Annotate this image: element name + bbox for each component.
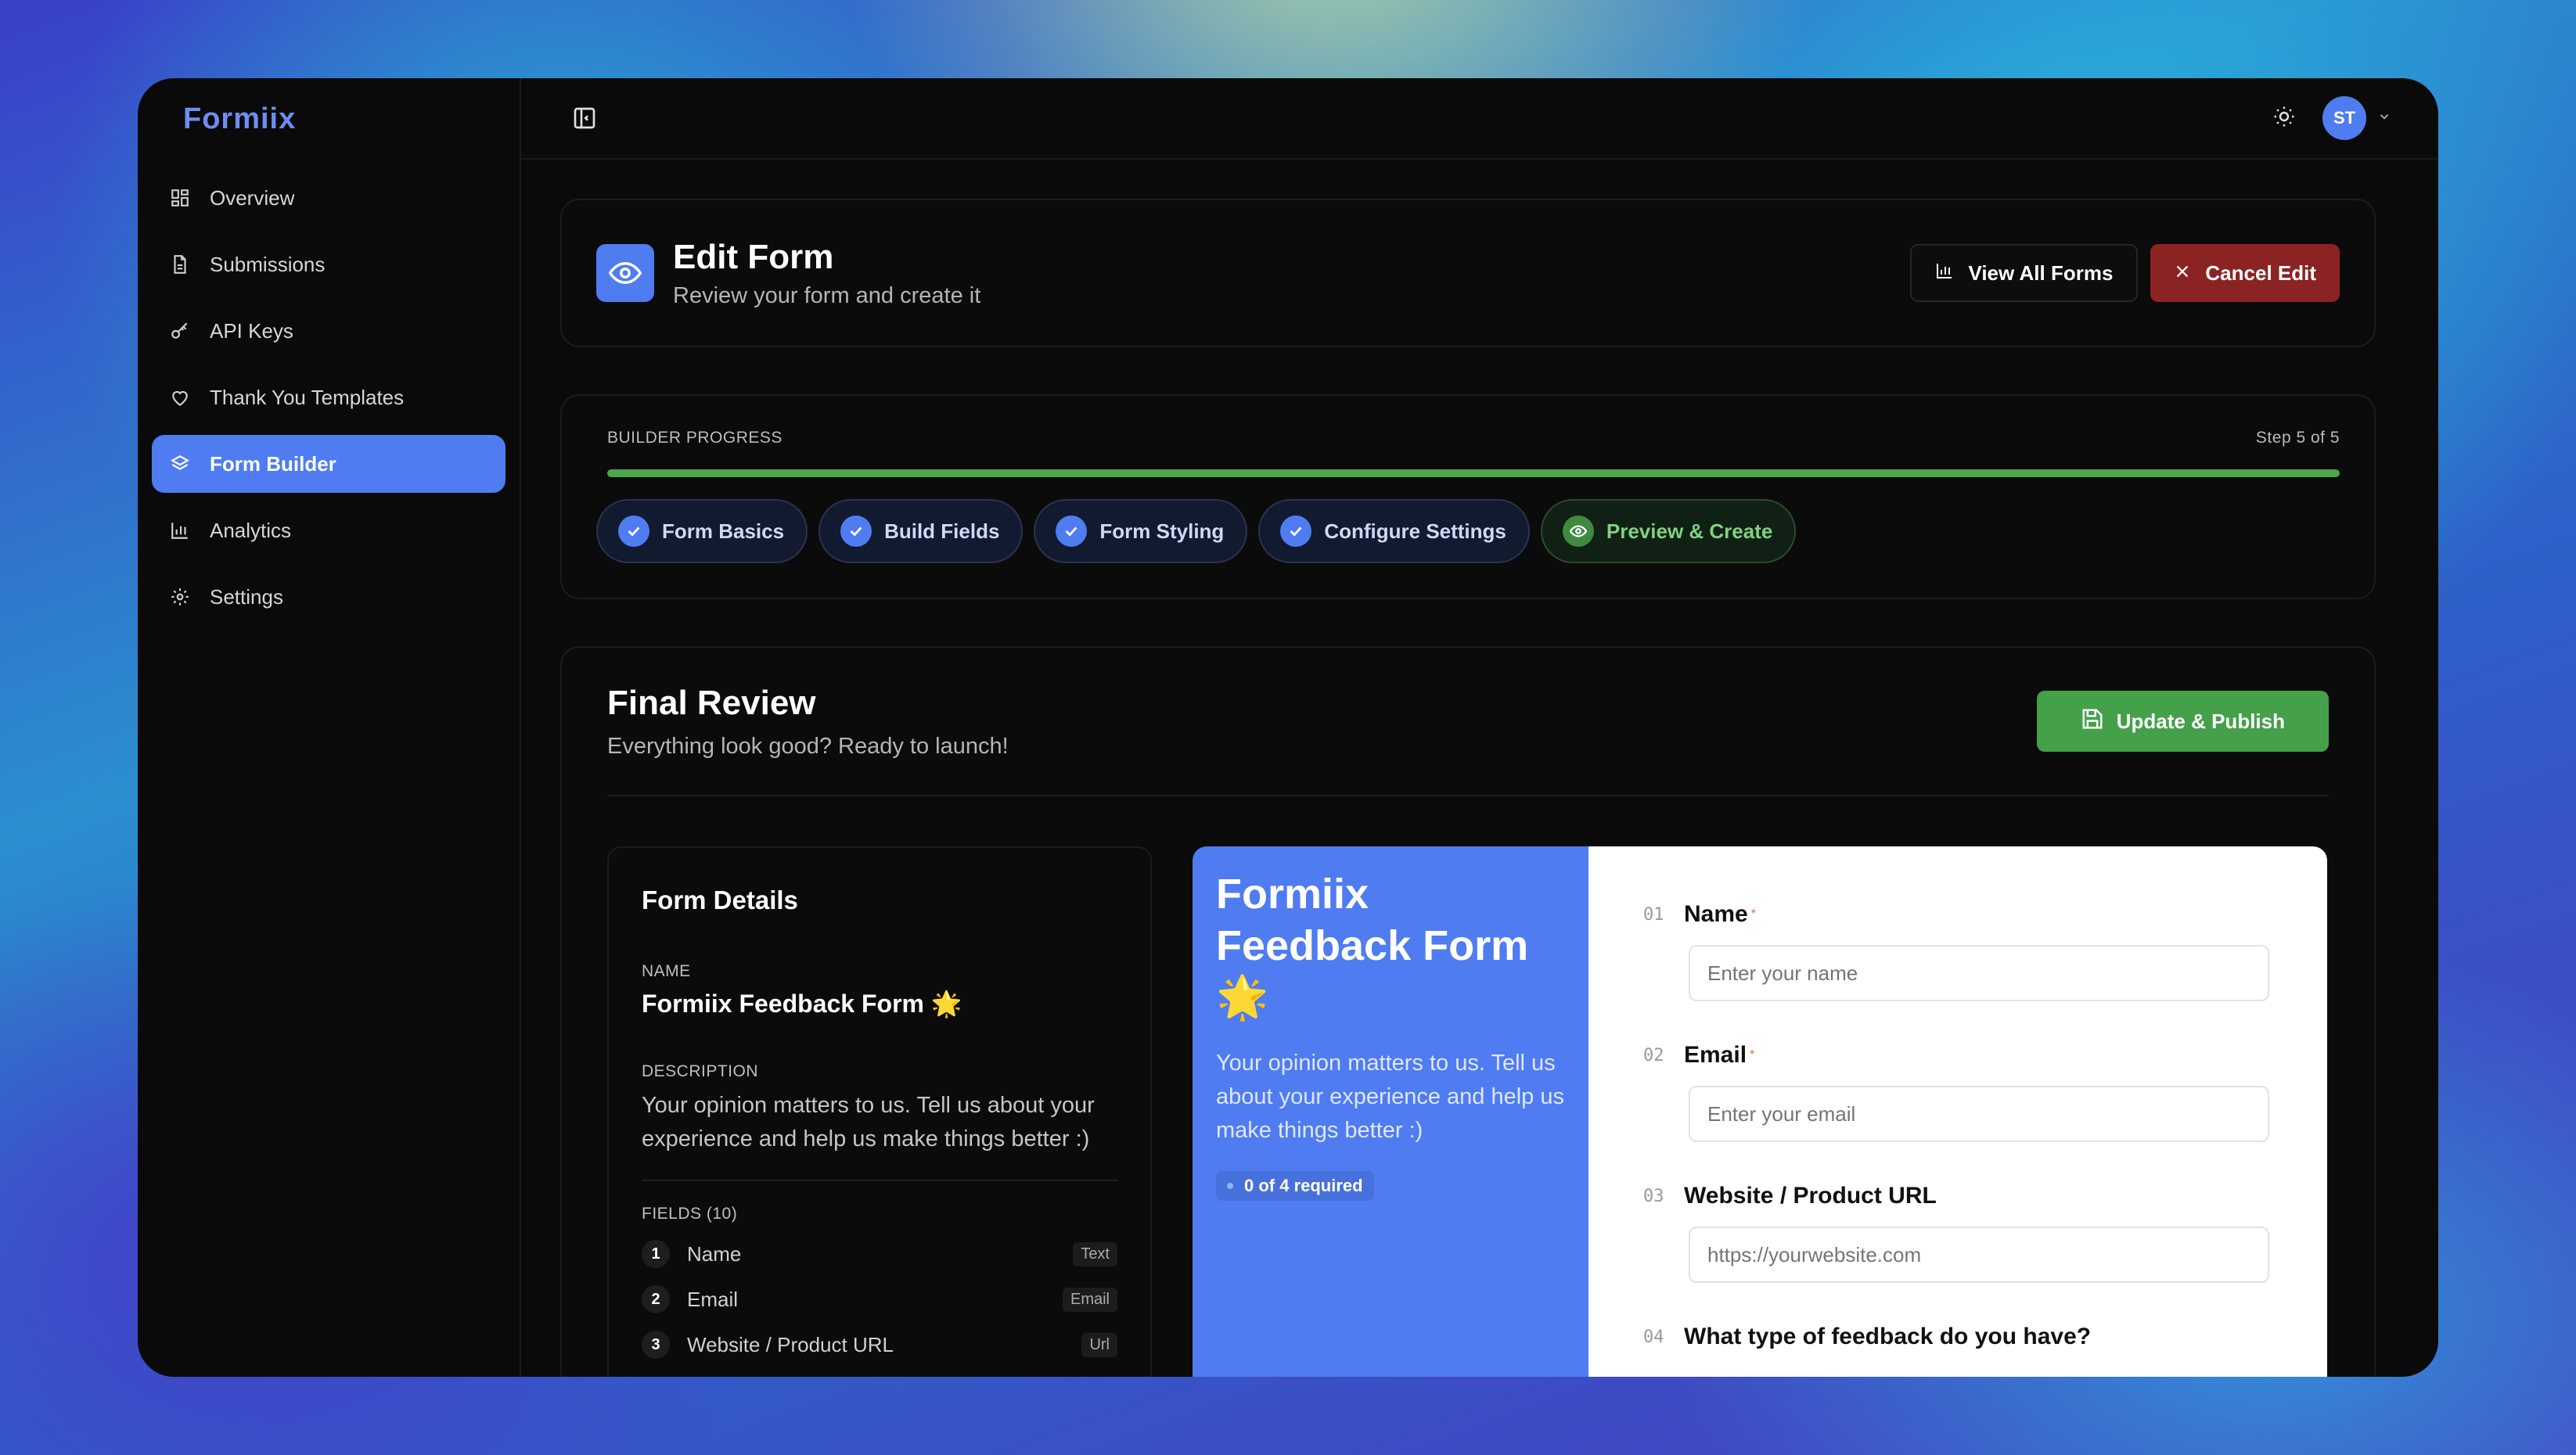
close-icon <box>2174 261 2191 286</box>
sidebar-item-overview[interactable]: Overview <box>152 169 505 227</box>
name-label: NAME <box>642 962 691 980</box>
view-all-forms-button[interactable]: View All Forms <box>1910 244 2139 302</box>
sidebar-item-analytics[interactable]: Analytics <box>152 501 505 559</box>
edit-form-header: Edit Form Review your form and create it… <box>560 199 2376 347</box>
sidebar-item-label: Analytics <box>210 518 292 542</box>
chevron-down-icon[interactable] <box>2377 110 2391 128</box>
top-bar-actions: ST <box>2272 96 2391 140</box>
required-marker: * <box>1750 907 1756 921</box>
check-icon <box>840 516 872 547</box>
form-name: Formiix Feedback Form 🌟 <box>642 990 962 1018</box>
layers-icon <box>167 451 192 476</box>
description-label: DESCRIPTION <box>642 1062 759 1080</box>
sidebar: Formiix Overview Submissions API Keys Th… <box>138 78 521 1377</box>
update-publish-button[interactable]: Update & Publish <box>2036 691 2329 752</box>
preview-questions: 01 Name* 02 Email* 03 <box>1588 846 2327 1377</box>
form-details-title: Form Details <box>642 886 798 914</box>
question-website: 03 Website / Product URL <box>1643 1183 2272 1283</box>
eye-icon <box>596 244 654 302</box>
avatar[interactable]: ST <box>2322 96 2366 140</box>
bar-chart-icon <box>1935 261 1954 286</box>
fields-label: FIELDS (10) <box>642 1205 738 1223</box>
user-menu[interactable]: ST <box>2322 96 2391 140</box>
check-icon <box>1056 516 1088 547</box>
sidebar-toggle-icon[interactable] <box>571 105 598 131</box>
sidebar-item-label: Overview <box>210 185 295 210</box>
website-url-input[interactable] <box>1689 1227 2269 1283</box>
step-list: Form Basics Build Fields Form Styling Co… <box>596 499 2340 563</box>
sun-icon[interactable] <box>2272 105 2296 132</box>
sidebar-item-form-builder[interactable]: Form Builder <box>152 435 505 493</box>
app-window: Formiix Overview Submissions API Keys Th… <box>138 78 2438 1377</box>
field-type-badge: Url <box>1081 1332 1117 1357</box>
builder-progress: BUILDER PROGRESS Step 5 of 5 Form Basics… <box>560 394 2376 599</box>
preview-title: Formiix Feedback Form 🌟 <box>1216 871 1529 1021</box>
sidebar-item-label: Settings <box>210 584 283 609</box>
eye-icon <box>1562 516 1594 547</box>
sidebar-item-label: API Keys <box>210 318 293 343</box>
required-count-badge: 0 of 4 required <box>1216 1171 1374 1201</box>
review-subtitle: Everything look good? Ready to launch! <box>607 733 1009 759</box>
page-title: Edit Form <box>673 237 834 276</box>
list-item: 1 Name Text <box>642 1231 1117 1277</box>
sidebar-item-thank-you-templates[interactable]: Thank You Templates <box>152 368 505 426</box>
question-email: 02 Email * <box>1643 1042 2272 1142</box>
cancel-edit-button[interactable]: Cancel Edit <box>2150 244 2340 302</box>
progress-step-text: Step 5 of 5 <box>2255 429 2340 447</box>
question-name: 01 Name * <box>1643 901 2272 1001</box>
preview-intro: Formiix Feedback Form 🌟 Your opinion mat… <box>1193 846 1588 1377</box>
progress-label: BUILDER PROGRESS <box>607 429 783 447</box>
step-form-basics[interactable]: Form Basics <box>596 499 808 563</box>
form-description: Your opinion matters to us. Tell us abou… <box>642 1089 1117 1181</box>
main-content: ST Edit Form Review your form and create… <box>521 78 2438 1377</box>
page-subtitle: Review your form and create it <box>673 282 981 308</box>
progress-bar <box>607 469 2340 477</box>
document-icon <box>167 252 192 277</box>
field-type-badge: Text <box>1073 1241 1117 1266</box>
sidebar-item-label: Thank You Templates <box>210 385 405 409</box>
email-input[interactable] <box>1689 1086 2269 1142</box>
form-preview: Formiix Feedback Form 🌟 Your opinion mat… <box>1193 846 2327 1377</box>
check-icon <box>618 516 649 547</box>
sidebar-item-label: Submissions <box>210 252 326 276</box>
step-preview-create[interactable]: Preview & Create <box>1540 499 1797 563</box>
step-build-fields[interactable]: Build Fields <box>818 499 1024 563</box>
brand-logo[interactable]: Formiix <box>152 78 505 160</box>
required-marker: * <box>1750 1048 1755 1062</box>
save-icon <box>2081 707 2104 736</box>
question-feedback-type: 04 What type of feedback do you have? <box>1643 1324 2092 1349</box>
sidebar-item-settings[interactable]: Settings <box>152 568 505 626</box>
final-review: Final Review Everything look good? Ready… <box>560 646 2376 1377</box>
heart-icon <box>167 385 192 410</box>
top-bar: ST <box>521 78 2438 160</box>
grid-icon <box>167 185 192 210</box>
form-details-panel: Form Details NAME Formiix Feedback Form … <box>607 846 1152 1377</box>
list-item: 3 Website / Product URL Url <box>642 1322 1117 1367</box>
key-icon <box>167 318 192 343</box>
list-item: 2 Email Email <box>642 1277 1117 1322</box>
sidebar-item-api-keys[interactable]: API Keys <box>152 302 505 360</box>
gear-icon <box>167 584 192 609</box>
sidebar-item-submissions[interactable]: Submissions <box>152 235 505 293</box>
field-type-badge: Email <box>1062 1287 1117 1312</box>
step-form-styling[interactable]: Form Styling <box>1034 499 1248 563</box>
check-icon <box>1280 516 1312 547</box>
preview-description: Your opinion matters to us. Tell us abou… <box>1216 1051 1564 1143</box>
sidebar-item-label: Form Builder <box>210 451 336 476</box>
name-input[interactable] <box>1689 945 2269 1001</box>
sidebar-nav: Overview Submissions API Keys Thank You … <box>152 169 505 626</box>
step-configure-settings[interactable]: Configure Settings <box>1258 499 1530 563</box>
review-title: Final Review <box>607 683 816 722</box>
bar-chart-icon <box>167 518 192 543</box>
